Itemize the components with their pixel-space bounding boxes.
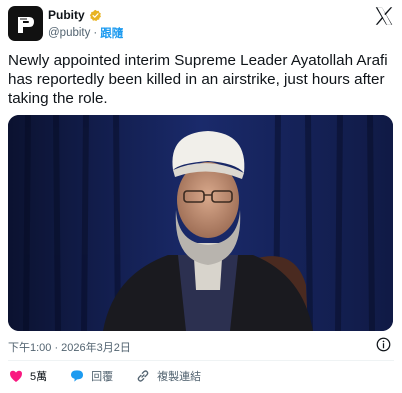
- reply-icon: [71, 370, 84, 382]
- like-count: 5萬: [30, 371, 48, 383]
- separator: ·: [93, 27, 98, 39]
- action-bar: 5萬 回覆 複製連結: [8, 368, 223, 384]
- heart-icon: [10, 370, 22, 382]
- divider: [8, 360, 394, 361]
- copy-link-button[interactable]: 複製連結: [135, 368, 201, 384]
- portrait-image: [8, 115, 393, 331]
- pubity-logo-icon: [17, 16, 34, 33]
- follow-button[interactable]: 跟隨: [100, 25, 123, 41]
- handle-row: @pubity · 跟隨: [48, 25, 123, 41]
- copy-link-label: 複製連結: [157, 371, 202, 383]
- tweet-text: Newly appointed interim Supreme Leader A…: [8, 52, 388, 107]
- link-icon: [137, 370, 149, 382]
- info-icon[interactable]: [376, 337, 391, 352]
- avatar[interactable]: [8, 6, 43, 41]
- close-icon[interactable]: [373, 5, 395, 27]
- tweet-photo[interactable]: [8, 115, 393, 331]
- display-name[interactable]: Pubity: [48, 8, 85, 22]
- reply-button[interactable]: 回覆: [69, 368, 113, 384]
- reply-label: 回覆: [91, 371, 114, 383]
- author-name-row: Pubity: [48, 8, 102, 22]
- tweet-timestamp[interactable]: 下午1:00 · 2026年3月2日: [8, 339, 131, 355]
- handle[interactable]: @pubity: [48, 27, 90, 39]
- like-button[interactable]: 5萬: [8, 368, 47, 384]
- verified-badge-icon: [89, 9, 101, 21]
